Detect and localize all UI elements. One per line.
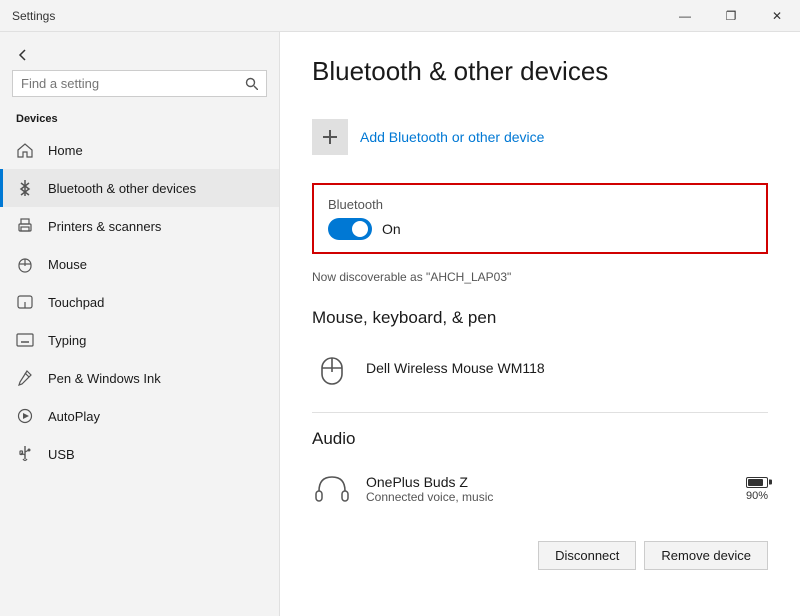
maximize-button[interactable]: ❐ xyxy=(708,0,754,32)
battery-icon xyxy=(746,477,768,488)
sidebar-item-touchpad-label: Touchpad xyxy=(48,295,104,310)
mouse-device-info: Dell Wireless Mouse WM118 xyxy=(366,360,768,376)
search-box[interactable] xyxy=(12,70,267,97)
discoverable-text: Now discoverable as "AHCH_LAP03" xyxy=(312,270,768,284)
sidebar-item-home[interactable]: Home xyxy=(0,131,279,169)
back-icon xyxy=(16,48,30,62)
mouse-device-name: Dell Wireless Mouse WM118 xyxy=(366,360,768,376)
battery-percent: 90% xyxy=(746,490,768,502)
sidebar-item-pen-label: Pen & Windows Ink xyxy=(48,371,161,386)
mouse-icon xyxy=(16,255,34,273)
sidebar-item-printers[interactable]: Printers & scanners xyxy=(0,207,279,245)
sidebar-item-typing-label: Typing xyxy=(48,333,86,348)
sidebar: Devices Home Bluetooth & other devices P… xyxy=(0,32,280,616)
touchpad-icon xyxy=(16,293,34,311)
usb-icon xyxy=(16,445,34,463)
disconnect-button[interactable]: Disconnect xyxy=(538,541,636,570)
titlebar-controls: — ❐ ✕ xyxy=(662,0,800,32)
search-input[interactable] xyxy=(21,76,239,91)
add-device-button[interactable]: Add Bluetooth or other device xyxy=(312,111,768,163)
bluetooth-icon xyxy=(16,179,34,197)
add-device-icon xyxy=(312,119,348,155)
mouse-category-heading: Mouse, keyboard, & pen xyxy=(312,308,768,328)
sidebar-item-mouse[interactable]: Mouse xyxy=(0,245,279,283)
titlebar: Settings — ❐ ✕ xyxy=(0,0,800,32)
page-title: Bluetooth & other devices xyxy=(312,56,768,87)
minimize-button[interactable]: — xyxy=(662,0,708,32)
battery-indicator: 90% xyxy=(746,477,768,502)
sidebar-item-touchpad[interactable]: Touchpad xyxy=(0,283,279,321)
home-icon xyxy=(16,141,34,159)
sidebar-item-printers-label: Printers & scanners xyxy=(48,219,161,234)
sidebar-item-usb[interactable]: USB xyxy=(0,435,279,473)
audio-device-info: OnePlus Buds Z Connected voice, music xyxy=(366,474,732,504)
divider xyxy=(312,412,768,413)
autoplay-icon xyxy=(16,407,34,425)
mouse-device-item: Dell Wireless Mouse WM118 xyxy=(312,340,768,396)
headphone-icon xyxy=(312,469,352,509)
audio-device-name: OnePlus Buds Z xyxy=(366,474,732,490)
audio-category-heading: Audio xyxy=(312,429,768,449)
add-device-label: Add Bluetooth or other device xyxy=(360,129,544,145)
main-layout: Devices Home Bluetooth & other devices P… xyxy=(0,32,800,616)
audio-device-status: Connected voice, music xyxy=(366,490,732,504)
bluetooth-label: Bluetooth xyxy=(328,197,752,212)
mouse-device-icon xyxy=(312,348,352,388)
bluetooth-section: Bluetooth On xyxy=(312,183,768,254)
sidebar-item-bluetooth-label: Bluetooth & other devices xyxy=(48,181,196,196)
pen-icon xyxy=(16,369,34,387)
titlebar-title: Settings xyxy=(12,9,55,23)
toggle-row: On xyxy=(328,218,752,240)
sidebar-item-usb-label: USB xyxy=(48,447,75,462)
sidebar-item-mouse-label: Mouse xyxy=(48,257,87,272)
back-button[interactable] xyxy=(0,40,279,70)
bluetooth-toggle[interactable] xyxy=(328,218,372,240)
close-button[interactable]: ✕ xyxy=(754,0,800,32)
sidebar-item-bluetooth[interactable]: Bluetooth & other devices xyxy=(0,169,279,207)
sidebar-item-autoplay-label: AutoPlay xyxy=(48,409,100,424)
sidebar-item-home-label: Home xyxy=(48,143,83,158)
printer-icon xyxy=(16,217,34,235)
remove-device-button[interactable]: Remove device xyxy=(644,541,768,570)
toggle-state-label: On xyxy=(382,221,401,237)
audio-device-item: OnePlus Buds Z Connected voice, music 90… xyxy=(312,461,768,517)
search-icon xyxy=(245,77,258,90)
sidebar-section-label: Devices xyxy=(0,109,279,131)
sidebar-item-autoplay[interactable]: AutoPlay xyxy=(0,397,279,435)
typing-icon xyxy=(16,331,34,349)
toggle-knob xyxy=(352,221,368,237)
sidebar-item-typing[interactable]: Typing xyxy=(0,321,279,359)
action-buttons: Disconnect Remove device xyxy=(312,533,768,570)
content-area: Bluetooth & other devices Add Bluetooth … xyxy=(280,32,800,616)
sidebar-item-pen[interactable]: Pen & Windows Ink xyxy=(0,359,279,397)
